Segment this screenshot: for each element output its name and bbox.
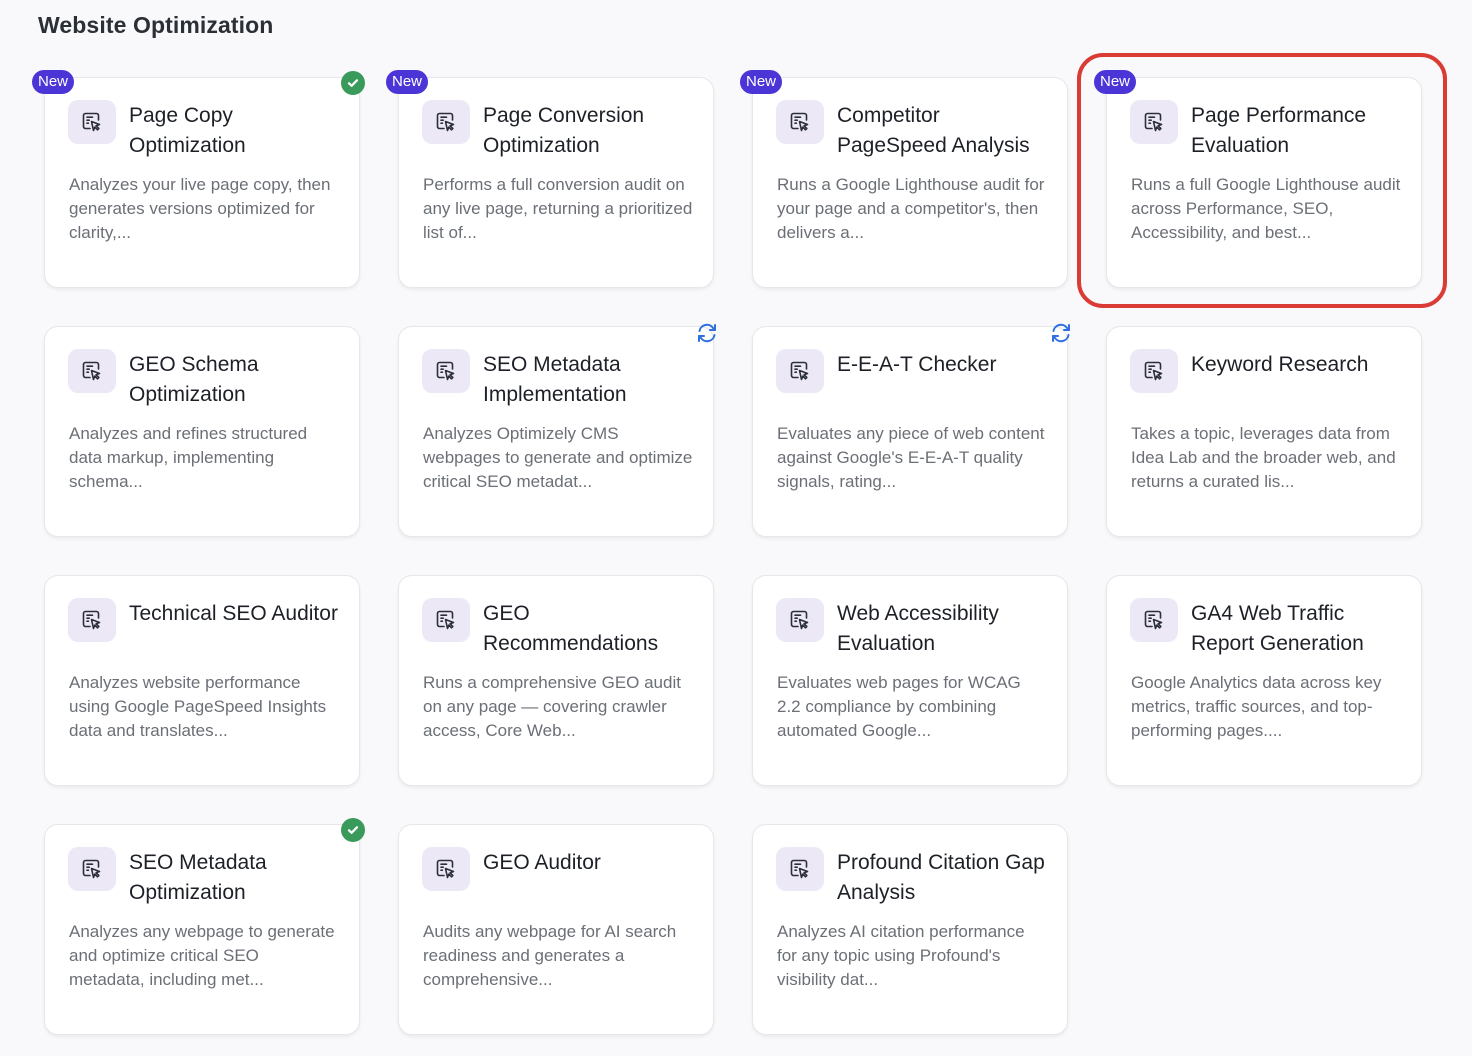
card-title: Page Conversion Optimization — [483, 104, 645, 157]
agent-card[interactable]: GA4 Web Traffic Report Generation Google… — [1106, 575, 1422, 786]
card-title: Page Performance Evaluation — [1191, 104, 1367, 157]
check-circle-icon — [341, 818, 365, 842]
agent-card[interactable]: E-E-A-T Checker Evaluates any piece of w… — [752, 323, 1070, 537]
cursor-click-icon — [422, 100, 470, 144]
agent-card[interactable]: GEO Recommendations Runs a comprehensive… — [398, 575, 714, 786]
card-description: Analyzes and refines structured data mar… — [69, 424, 308, 491]
agent-card[interactable]: Keyword Research Takes a topic, leverage… — [1106, 326, 1422, 537]
agent-card-highlighted[interactable]: Page Performance Evaluation Runs a full … — [1094, 70, 1422, 288]
cursor-click-icon — [422, 349, 470, 393]
card-description: Analyzes your live page copy, then gener… — [69, 175, 331, 242]
card-description: Analyzes any webpage to generate and opt… — [69, 922, 335, 989]
card-description: Runs a Google Lighthouse audit for your … — [777, 175, 1045, 242]
agent-card[interactable]: Competitor PageSpeed Analysis Runs a Goo… — [740, 70, 1068, 288]
page: Website Optimization Page Copy Optimizat… — [0, 0, 1472, 1056]
cursor-click-icon — [1130, 349, 1178, 393]
card-title: Page Copy Optimization — [129, 104, 246, 157]
new-badge: New — [1094, 70, 1137, 94]
agent-card[interactable]: GEO Schema Optimization Analyzes and ref… — [44, 326, 360, 537]
cursor-click-icon — [68, 598, 116, 642]
agent-card[interactable]: Technical SEO Auditor Analyzes website p… — [44, 575, 360, 786]
cursor-click-icon — [776, 349, 824, 393]
card-title: GEO Auditor — [483, 851, 601, 874]
card-description: Takes a topic, leverages data from Idea … — [1131, 424, 1396, 491]
card-title: Competitor PageSpeed Analysis — [837, 104, 1030, 157]
card-title: E-E-A-T Checker — [837, 353, 997, 376]
card-title: GA4 Web Traffic Report Generation — [1191, 602, 1364, 655]
new-badge: New — [32, 70, 75, 94]
agent-card[interactable]: SEO Metadata Implementation Analyzes Opt… — [398, 323, 716, 537]
agent-card[interactable]: Page Copy Optimization Analyzes your liv… — [32, 70, 365, 288]
card-title: Keyword Research — [1191, 353, 1369, 376]
agent-card[interactable]: GEO Auditor Audits any webpage for AI se… — [398, 824, 714, 1035]
card-description: Runs a full Google Lighthouse audit acro… — [1131, 175, 1401, 242]
cursor-click-icon — [68, 847, 116, 891]
card-description: Performs a full conversion audit on any … — [423, 175, 693, 242]
cursor-click-icon — [422, 847, 470, 891]
card-title: Profound Citation Gap Analysis — [837, 851, 1045, 904]
cursor-click-icon — [776, 598, 824, 642]
card-description: Runs a comprehensive GEO audit on any pa… — [423, 673, 681, 740]
cursor-click-icon — [1130, 598, 1178, 642]
section-title: Website Optimization — [38, 12, 274, 38]
new-badge: New — [740, 70, 783, 94]
cursor-click-icon — [776, 847, 824, 891]
card-description: Analyzes Optimizely CMS webpages to gene… — [423, 424, 693, 491]
card-description: Evaluates any piece of web content again… — [777, 424, 1045, 491]
card-description: Audits any webpage for AI search readine… — [423, 922, 677, 989]
card-description: Analyzes AI citation performance for any… — [777, 922, 1025, 989]
cursor-click-icon — [68, 349, 116, 393]
cursor-click-icon — [776, 100, 824, 144]
card-title: GEO Schema Optimization — [129, 353, 259, 406]
check-circle-icon — [341, 71, 365, 95]
card-title: SEO Metadata Implementation — [483, 353, 627, 406]
card-title: SEO Metadata Optimization — [129, 851, 267, 904]
card-title: Technical SEO Auditor — [129, 602, 338, 625]
cursor-click-icon — [68, 100, 116, 144]
card-title: Web Accessibility Evaluation — [837, 602, 999, 655]
agent-card-grid: Page Copy Optimization Analyzes your liv… — [32, 70, 1422, 1035]
cursor-click-icon — [1130, 100, 1178, 144]
sync-icon[interactable] — [694, 320, 720, 346]
agent-card[interactable]: Web Accessibility Evaluation Evaluates w… — [752, 575, 1068, 786]
card-description: Analyzes website performance using Googl… — [69, 673, 327, 740]
card-title: GEO Recommendations — [483, 602, 659, 655]
agent-card[interactable]: Page Conversion Optimization Performs a … — [386, 70, 714, 288]
sync-icon[interactable] — [1048, 320, 1074, 346]
agent-card[interactable]: SEO Metadata Optimization Analyzes any w… — [44, 818, 365, 1035]
card-description: Evaluates web pages for WCAG 2.2 complia… — [777, 673, 1021, 740]
cursor-click-icon — [422, 598, 470, 642]
new-badge: New — [386, 70, 429, 94]
agent-card[interactable]: Profound Citation Gap Analysis Analyzes … — [752, 824, 1068, 1035]
card-description: Google Analytics data across key metrics… — [1131, 673, 1382, 740]
